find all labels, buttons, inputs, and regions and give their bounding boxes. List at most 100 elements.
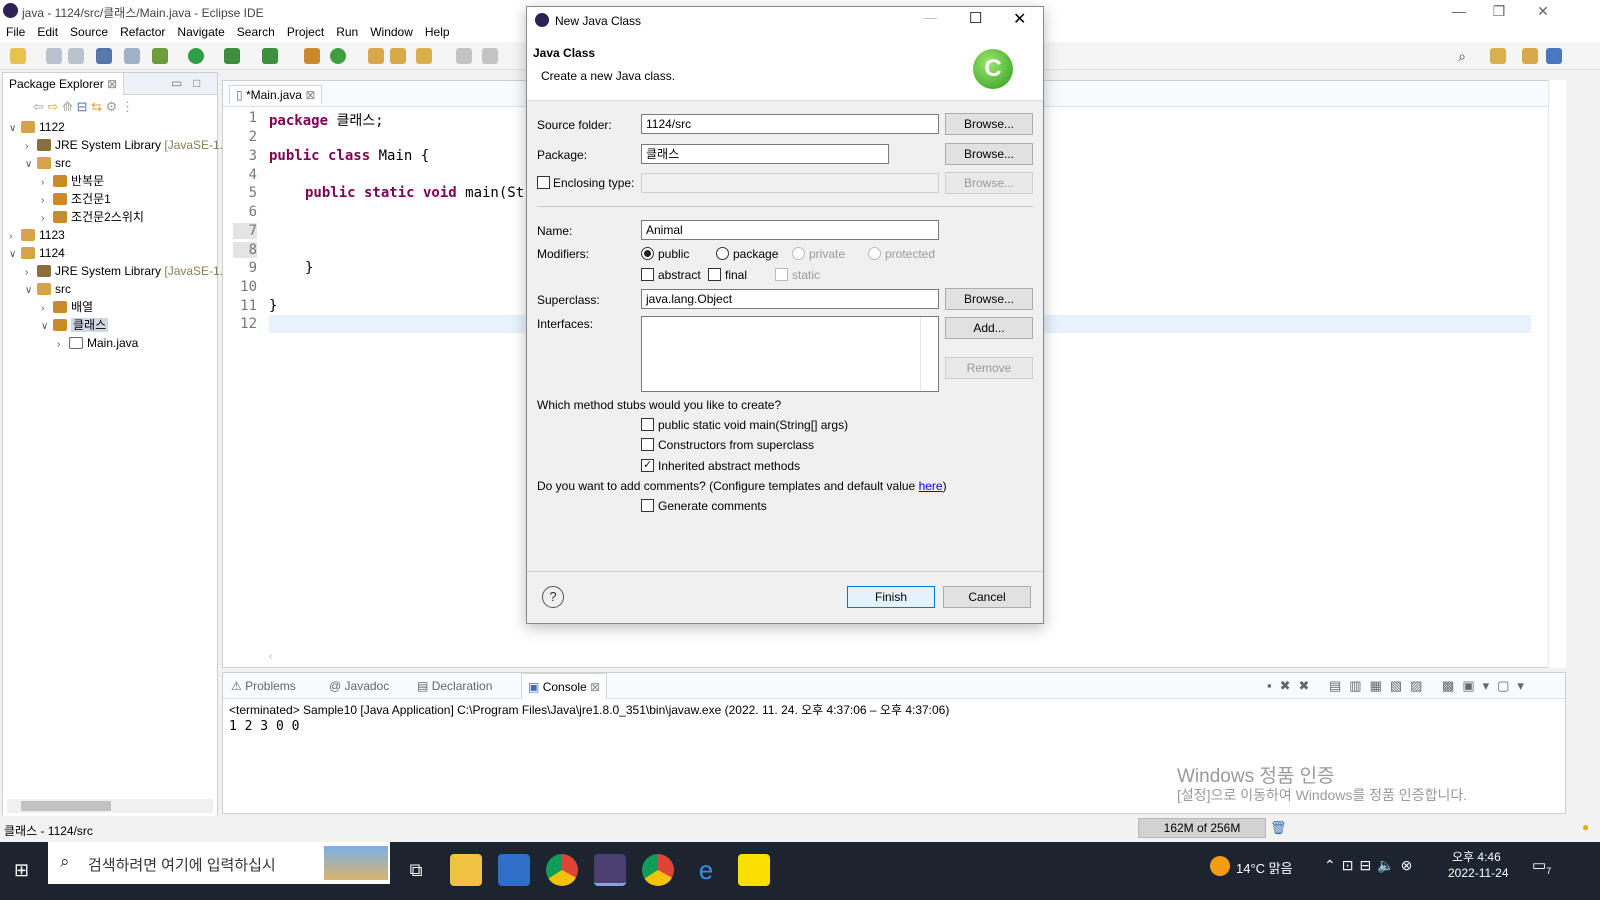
chevron-right-icon[interactable]: ›	[57, 336, 67, 353]
chevron-down-icon[interactable]: ∨	[9, 246, 19, 263]
scrollbar-thumb[interactable]	[21, 801, 111, 811]
file-explorer-icon[interactable]	[450, 854, 482, 886]
skip-breakpoints-icon[interactable]	[124, 48, 140, 64]
tab-javadoc[interactable]: @ Javadoc	[329, 679, 389, 693]
generate-comments-checkbox[interactable]	[641, 499, 654, 512]
menu-project[interactable]: Project	[281, 22, 330, 39]
finish-button[interactable]: Finish	[847, 586, 935, 608]
tree-item[interactable]: › JRE System Library [JavaSE-1.	[25, 263, 223, 280]
windows-start-icon[interactable]: ⊞	[14, 860, 34, 880]
java-ee-perspective-icon[interactable]	[1522, 48, 1538, 64]
modifier-final-checkbox[interactable]	[708, 268, 721, 281]
tree-item[interactable]: ∨ src	[25, 281, 71, 298]
run-icon[interactable]	[188, 48, 204, 64]
dialog-minimize-button[interactable]: —	[923, 9, 937, 25]
tab-main-java[interactable]: ▯ *Main.java ⊠	[229, 85, 323, 104]
chevron-down-icon[interactable]: ∨	[25, 156, 35, 173]
chevron-right-icon[interactable]: ›	[9, 228, 19, 245]
forward-icon[interactable]: ⇨	[48, 99, 59, 114]
class-name-field[interactable]: Animal	[641, 220, 939, 240]
store-icon[interactable]	[498, 854, 530, 886]
help-icon[interactable]: ?	[542, 586, 564, 608]
weather-icon[interactable]	[1210, 856, 1230, 876]
enclosing-type-checkbox[interactable]	[537, 176, 550, 189]
tab-console[interactable]: ▣ Console ⊠	[521, 673, 608, 699]
interfaces-list[interactable]	[641, 316, 939, 392]
tree-item[interactable]: › JRE System Library [JavaSE-1.	[25, 137, 223, 154]
code-line-11[interactable]: }	[269, 298, 277, 314]
menu-navigate[interactable]: Navigate	[171, 22, 230, 39]
tree-item[interactable]: › 조건문1	[41, 191, 111, 208]
menu-help[interactable]: Help	[419, 22, 456, 39]
terminal-icon[interactable]	[96, 48, 112, 64]
source-folder-field[interactable]: 1124/src	[641, 114, 939, 134]
code-line-1[interactable]: package 클래스;	[269, 110, 384, 130]
system-tray-icons[interactable]: ⌃⊡⊟🔈⊗	[1324, 857, 1418, 874]
menu-source[interactable]: Source	[64, 22, 114, 39]
menu-window[interactable]: Window	[364, 22, 419, 39]
menu-file[interactable]: File	[0, 22, 31, 39]
eclipse-taskbar-icon[interactable]	[594, 854, 626, 886]
dialog-maximize-button[interactable]: ☐	[969, 9, 982, 27]
chevron-right-icon[interactable]: ›	[41, 174, 51, 191]
cancel-button[interactable]: Cancel	[943, 586, 1031, 608]
clock-date[interactable]: 2022-11-24	[1448, 866, 1509, 880]
tree-item[interactable]: › 조건문2스위치	[41, 209, 144, 226]
filter-icon[interactable]: ⚙	[106, 99, 118, 114]
tab-declaration[interactable]: ▤ Declaration	[417, 679, 492, 693]
tree-item[interactable]: › 반복문	[41, 173, 104, 190]
tree-item-selected[interactable]: ∨ 클래스	[41, 317, 109, 335]
new-icon[interactable]	[10, 48, 26, 64]
stub-inherited-checkbox[interactable]	[641, 458, 654, 472]
collapse-all-icon[interactable]: ⊟	[77, 99, 88, 114]
minimize-view-icon[interactable]: ▭	[171, 76, 182, 90]
clock-time[interactable]: 오후 4:46	[1452, 848, 1501, 865]
close-icon[interactable]: ⊠	[107, 77, 117, 91]
search-icon[interactable]: ⌕	[1454, 48, 1470, 64]
chevron-down-icon[interactable]: ∨	[25, 282, 35, 299]
stub-main-checkbox[interactable]	[641, 418, 654, 431]
open-perspective-icon[interactable]	[1490, 48, 1506, 64]
package-browse-button[interactable]: Browse...	[945, 143, 1033, 165]
chevron-right-icon[interactable]: ›	[41, 210, 51, 227]
stub-constructors-checkbox[interactable]	[641, 438, 654, 451]
new-java-package-icon[interactable]	[304, 48, 320, 64]
chevron-down-icon[interactable]: ∨	[9, 120, 19, 137]
superclass-field[interactable]: java.lang.Object	[641, 289, 939, 309]
menu-run[interactable]: Run	[330, 22, 364, 39]
debug-icon[interactable]	[152, 48, 168, 64]
up-icon[interactable]: ⟰	[62, 99, 73, 114]
chevron-down-icon[interactable]: ∨	[41, 318, 51, 335]
open-type-icon[interactable]	[368, 48, 384, 64]
close-icon[interactable]: ⊠	[305, 88, 315, 102]
add-interface-button[interactable]: Add...	[945, 317, 1033, 339]
new-java-class-icon[interactable]	[330, 48, 346, 64]
tree-item[interactable]: ∨ src	[25, 155, 71, 172]
chrome-icon[interactable]	[546, 854, 578, 886]
tab-problems[interactable]: ⚠ Problems	[231, 679, 296, 693]
code-line-5[interactable]: public static void main(St	[305, 185, 524, 201]
menu-edit[interactable]: Edit	[31, 22, 64, 39]
save-icon[interactable]	[46, 48, 62, 64]
superclass-browse-button[interactable]: Browse...	[945, 288, 1033, 310]
annotation-nav-icon[interactable]	[456, 48, 472, 64]
weather-text[interactable]: 14°C 맑음	[1236, 858, 1293, 877]
view-menu-icon[interactable]: ⋮	[121, 99, 134, 114]
tree-item[interactable]: › Main.java	[57, 335, 138, 352]
console-output[interactable]: 1 2 3 0 0	[229, 719, 299, 734]
source-folder-browse-button[interactable]: Browse...	[945, 113, 1033, 135]
tree-item[interactable]: ∨ 1122	[9, 119, 65, 136]
java-perspective-icon[interactable]	[1546, 48, 1562, 64]
close-icon[interactable]: ⊠	[590, 680, 600, 694]
modifier-public-radio[interactable]	[641, 247, 654, 260]
garbage-collect-icon[interactable]: 🗑	[1270, 820, 1287, 836]
close-button[interactable]: ✕	[1520, 0, 1566, 22]
tree-item[interactable]: › 배열	[41, 299, 93, 316]
link-editor-icon[interactable]: ⇆	[91, 99, 102, 114]
internet-explorer-icon[interactable]: e	[690, 854, 722, 886]
horizontal-scrollbar[interactable]	[7, 799, 213, 813]
back-icon[interactable]: ⇦	[33, 99, 44, 114]
kakaotalk-icon[interactable]	[738, 854, 770, 886]
tree-item[interactable]: ∨ 1124	[9, 245, 65, 262]
interfaces-list-scrollbar[interactable]	[920, 317, 938, 391]
